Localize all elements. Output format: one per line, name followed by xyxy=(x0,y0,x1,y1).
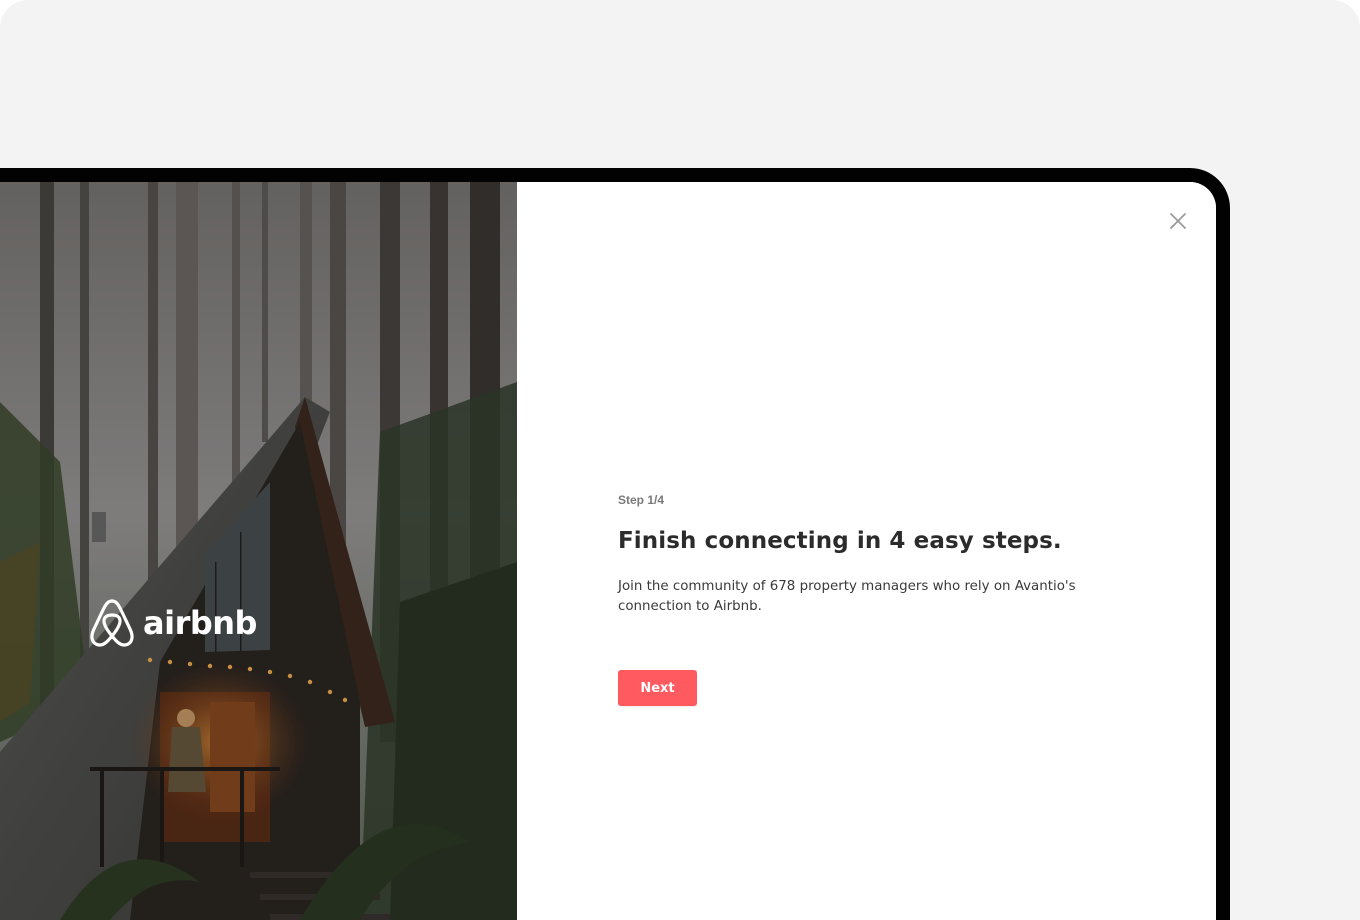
dialog-description: Join the community of 678 property manag… xyxy=(618,579,1076,614)
cabin-forest-image xyxy=(0,182,517,920)
airbnb-logo: airbnb xyxy=(89,598,257,648)
onboarding-screen: airbnb Step 1/4 Finish connecting in 4 e… xyxy=(0,182,1216,920)
airbnb-wordmark: airbnb xyxy=(143,604,257,642)
page-background: airbnb Step 1/4 Finish connecting in 4 e… xyxy=(0,0,1360,920)
close-icon[interactable] xyxy=(1169,212,1187,230)
close-button[interactable] xyxy=(1167,210,1189,232)
dialog-title: Finish connecting in 4 easy steps. xyxy=(618,528,1062,554)
hero-photo: airbnb xyxy=(0,182,517,920)
dialog-content: Step 1/4 Finish connecting in 4 easy ste… xyxy=(517,182,1216,920)
airbnb-logo-icon xyxy=(90,599,134,647)
step-indicator: Step 1/4 xyxy=(618,493,665,507)
next-button[interactable]: Next xyxy=(618,670,697,706)
